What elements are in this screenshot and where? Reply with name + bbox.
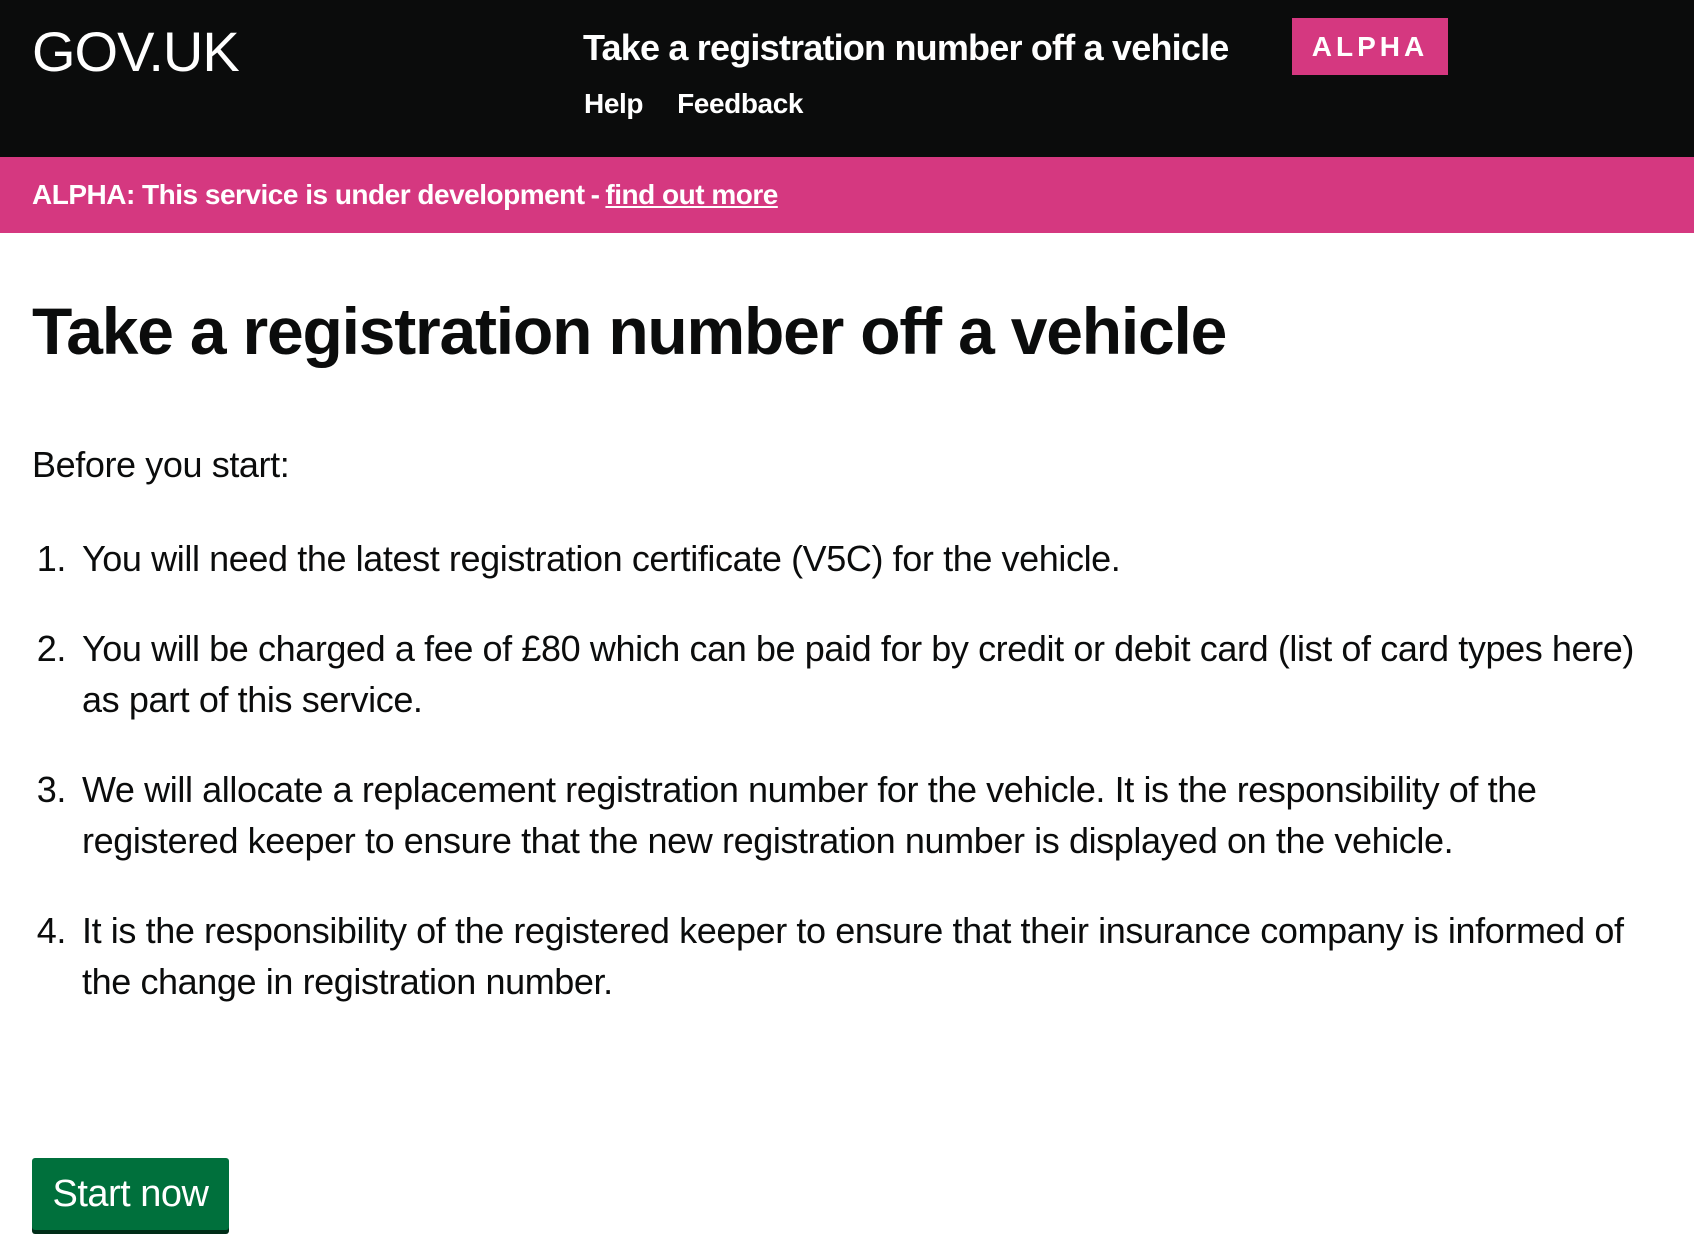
alpha-phase-tag: ALPHA [1292, 18, 1448, 75]
start-now-button[interactable]: Start now [32, 1158, 229, 1230]
list-item: 4. It is the responsibility of the regis… [32, 905, 1652, 1007]
page-title: Take a registration number off a vehicle [32, 294, 1227, 368]
step-number: 3. [36, 769, 67, 810]
header-nav: Help Feedback [584, 86, 803, 122]
step-text: We will allocate a replacement registrat… [82, 769, 1537, 861]
phase-banner-text: ALPHA: This service is under development [32, 179, 585, 210]
phase-banner: ALPHA: This service is under development… [0, 157, 1694, 233]
step-number: 2. [36, 628, 67, 669]
list-item: 2. You will be charged a fee of £80 whic… [32, 623, 1652, 725]
step-text: It is the responsibility of the register… [82, 910, 1624, 1002]
list-item: 3. We will allocate a replacement regist… [32, 764, 1652, 866]
site-header: GOV.UK Take a registration number off a … [0, 0, 1694, 157]
feedback-link[interactable]: Feedback [677, 86, 803, 122]
step-text: You will need the latest registration ce… [82, 538, 1121, 579]
find-out-more-link[interactable]: find out more [605, 179, 778, 211]
step-number: 4. [36, 910, 67, 951]
step-text: You will be charged a fee of £80 which c… [82, 628, 1634, 720]
help-link[interactable]: Help [584, 86, 643, 122]
step-number: 1. [36, 538, 67, 579]
intro-text: Before you start: [32, 444, 290, 485]
phase-banner-separator: - [590, 179, 600, 210]
list-item: 1. You will need the latest registration… [32, 533, 1652, 584]
service-name[interactable]: Take a registration number off a vehicle [583, 24, 1229, 72]
steps-list: 1. You will need the latest registration… [32, 533, 1652, 1046]
govuk-logo-link[interactable]: GOV.UK [32, 18, 240, 86]
